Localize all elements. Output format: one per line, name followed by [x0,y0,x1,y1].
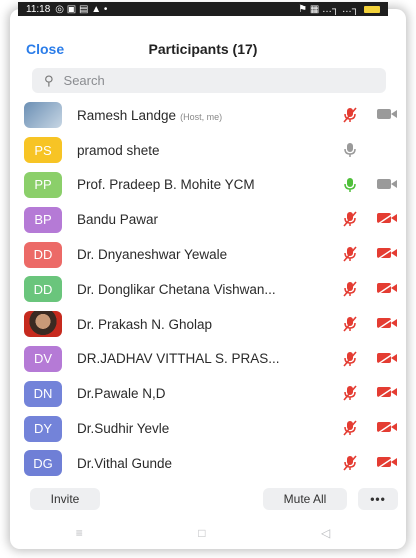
participant-name-text: Prof. Pradeep B. Mohite YCM [77,177,255,193]
avatar [24,311,62,338]
video-off-icon[interactable] [376,281,398,300]
participant-row[interactable]: DG Dr.Vithal Gunde [24,446,398,481]
video-icon[interactable] [376,177,398,196]
video-off-icon[interactable] [376,211,398,230]
participant-name-text: Dr.Pawale N,D [77,386,166,402]
status-right-icons: ⚑ ▦ …┐ …┐ [298,3,359,15]
battery-icon [364,5,380,13]
avatar: PS [24,137,62,164]
participant-name-text: Bandu Pawar [77,212,159,228]
mic-icon[interactable] [342,177,358,198]
mic-muted-icon[interactable] [342,281,358,302]
video-off-icon[interactable] [376,246,398,265]
participant-name: Dr. Prakash N. Gholap [77,317,327,332]
mic-muted-icon[interactable] [342,385,358,406]
participant-row[interactable]: DD Dr. Dnyaneshwar Yewale [24,237,398,272]
participant-name: Dr.Sudhir Yevle [77,421,327,436]
participant-name-text: Dr. Prakash N. Gholap [77,316,213,332]
participant-row[interactable]: Dr. Prakash N. Gholap [24,307,398,342]
video-off-icon[interactable] [376,316,398,335]
recent-apps-button[interactable]: ≡ [76,526,83,540]
participant-name-text: pramod shete [77,142,160,158]
participant-name-text: Dr. Donglikar Chetana Vishwan... [77,281,276,297]
video-off-icon[interactable] [376,420,398,439]
status-bar: 11:18 ◎ ▣ ▤ ▲ • ⚑ ▦ …┐ …┐ [18,2,388,16]
avatar: DD [24,276,62,303]
participant-name-text: Dr.Vithal Gunde [77,455,173,471]
video-icon[interactable] [376,107,398,126]
participant-row[interactable]: BP Bandu Pawar [24,202,398,237]
system-navbar: ≡ □ ◁ [18,522,388,544]
participant-name: Ramesh Landge (Host, me) [77,108,327,123]
search-input[interactable]: ⚲ Search [32,68,386,93]
participant-row[interactable]: DN Dr.Pawale N,D [24,376,398,411]
invite-button[interactable]: Invite [30,488,100,510]
avatar: PP [24,171,62,198]
avatar: DV [24,345,62,372]
participant-name-text: Dr.Sudhir Yevle [77,421,170,437]
back-button[interactable]: ◁ [321,526,330,540]
participant-row[interactable]: DD Dr. Donglikar Chetana Vishwan... [24,272,398,307]
avatar: DN [24,380,62,407]
video-off-icon[interactable] [376,455,398,474]
footer-bar: Invite Mute All ••• [18,488,398,512]
mute-all-button[interactable]: Mute All [263,488,347,510]
participant-name: Dr. Dnyaneshwar Yewale [77,247,327,262]
page-title: Participants (17) [148,41,258,57]
avatar [24,102,62,129]
mic-icon[interactable] [342,142,358,163]
participant-name: Bandu Pawar [77,212,327,227]
participant-name: Dr.Pawale N,D [77,386,327,401]
participant-row[interactable]: Ramesh Landge (Host, me) [24,98,398,133]
mic-muted-icon[interactable] [342,420,358,441]
mic-muted-icon[interactable] [342,316,358,337]
mic-muted-icon[interactable] [342,211,358,232]
participant-row[interactable]: PP Prof. Pradeep B. Mohite YCM [24,168,398,203]
mic-muted-icon[interactable] [342,455,358,476]
participant-row[interactable]: PS pramod shete [24,133,396,168]
status-left-icons: ◎ ▣ ▤ ▲ • [55,3,108,15]
mic-muted-icon[interactable] [342,351,358,372]
participant-name: Dr. Donglikar Chetana Vishwan... [77,282,327,297]
participant-name-text: Dr. Dnyaneshwar Yewale [77,247,228,263]
status-time: 11:18 [26,3,51,15]
participant-name: Dr.Vithal Gunde [77,456,327,471]
participant-name: pramod shete [77,143,327,158]
avatar: BP [24,206,62,233]
header: Close Participants (17) [18,38,388,62]
participant-name-text: Ramesh Landge [77,107,177,123]
avatar: DY [24,415,62,442]
participant-name: Prof. Pradeep B. Mohite YCM [77,177,327,192]
participant-list: Ramesh Landge (Host, me) PS pramod shete PP P… [24,98,398,481]
avatar: DD [24,241,62,268]
participant-row[interactable]: DY Dr.Sudhir Yevle [24,411,398,446]
participant-name: DR.JADHAV VITTHAL S. PRAS... [77,351,327,366]
video-off-icon[interactable] [376,350,398,370]
search-icon: ⚲ [44,72,54,88]
mic-muted-icon[interactable] [342,246,358,267]
home-button[interactable]: □ [198,526,205,540]
avatar: DG [24,450,62,477]
mic-muted-icon[interactable] [342,107,358,128]
participant-role: (Host, me) [180,111,223,122]
search-placeholder: Search [63,73,105,88]
more-button[interactable]: ••• [358,488,398,510]
participant-row[interactable]: DV DR.JADHAV VITTHAL S. PRAS... [24,342,398,377]
video-off-icon[interactable] [376,385,398,404]
participant-name-text: DR.JADHAV VITTHAL S. PRAS... [77,351,280,367]
